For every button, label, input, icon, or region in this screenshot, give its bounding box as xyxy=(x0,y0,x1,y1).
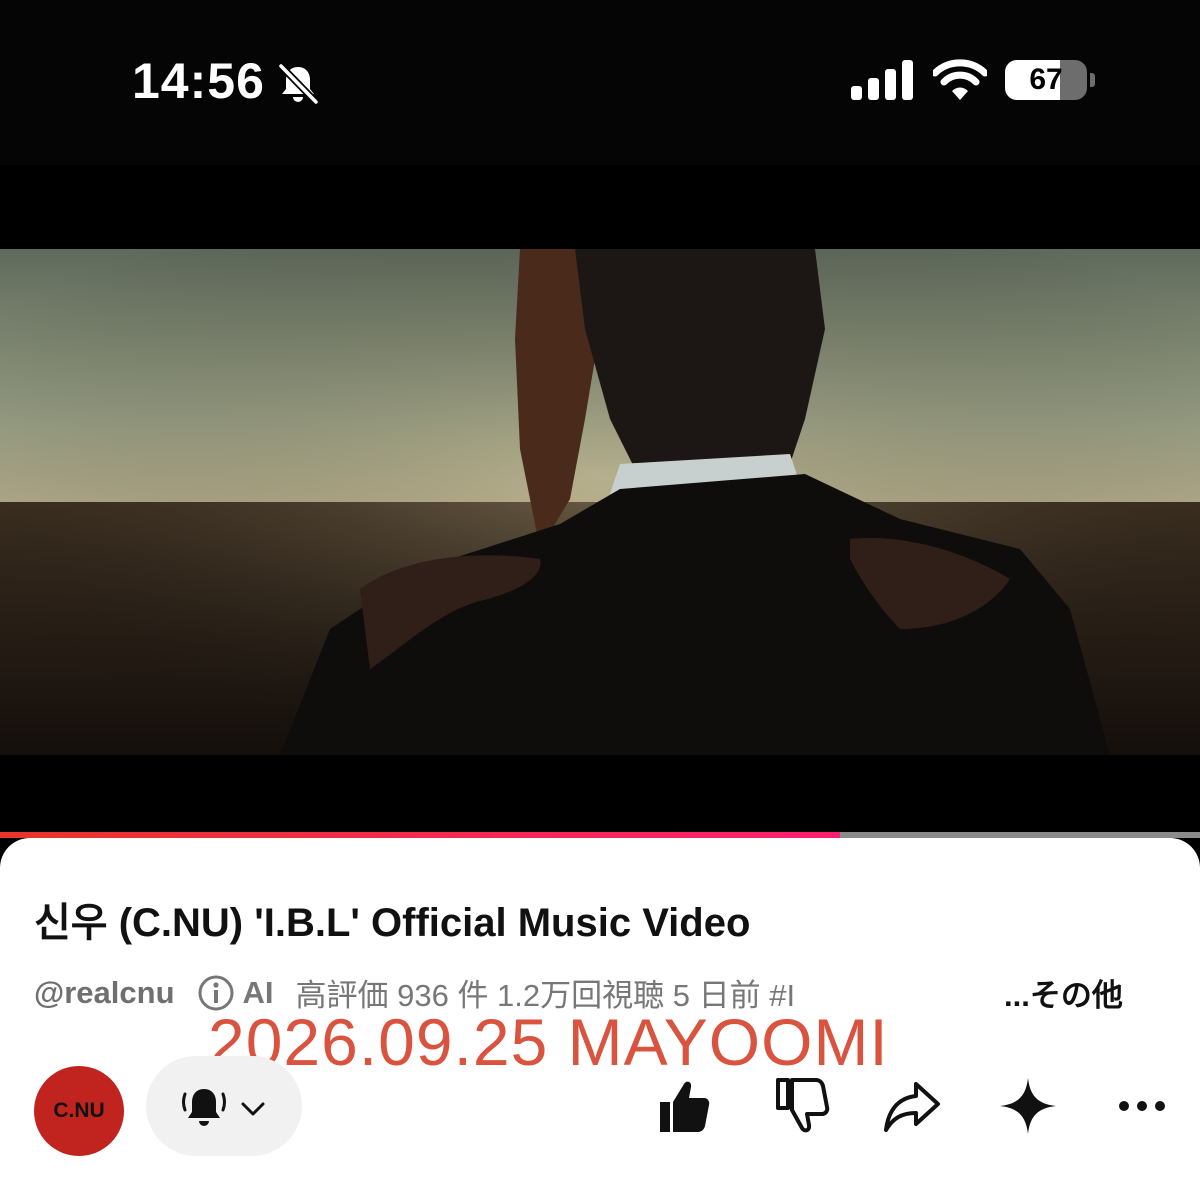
wifi-icon xyxy=(933,59,987,100)
channel-avatar[interactable]: C.NU xyxy=(34,1066,124,1156)
thumbs-up-icon[interactable] xyxy=(652,1076,712,1136)
date-watermark: 2026.09.25 MAYOOMI xyxy=(208,1005,889,1079)
bell-ring-icon xyxy=(182,1089,226,1126)
sparkle-icon[interactable] xyxy=(998,1076,1058,1136)
share-icon[interactable] xyxy=(882,1076,942,1136)
channel-handle[interactable]: @realcnu xyxy=(34,975,175,1011)
status-bar: 14:56 67 xyxy=(0,0,1200,165)
more-icon[interactable] xyxy=(1112,1076,1172,1136)
video-frame[interactable] xyxy=(0,249,1200,755)
battery-level: 67 xyxy=(1029,63,1063,96)
subscription-bell-button[interactable] xyxy=(146,1056,302,1156)
status-time: 14:56 xyxy=(132,53,265,109)
thumbs-down-icon[interactable] xyxy=(770,1076,830,1136)
bell-slash-icon xyxy=(278,63,319,105)
battery-icon: 67 xyxy=(1005,60,1095,102)
more-description-link[interactable]: ...その他 xyxy=(1004,970,1123,1015)
avatar-text: C.NU xyxy=(53,1099,105,1122)
video-player[interactable] xyxy=(0,165,1200,835)
signal-bars-icon xyxy=(851,60,913,100)
video-info-panel: 신우 (C.NU) 'I.B.L' Official Music Video @… xyxy=(0,838,1200,1184)
video-title[interactable]: 신우 (C.NU) 'I.B.L' Official Music Video xyxy=(34,890,750,948)
chevron-down-icon xyxy=(241,1102,265,1116)
